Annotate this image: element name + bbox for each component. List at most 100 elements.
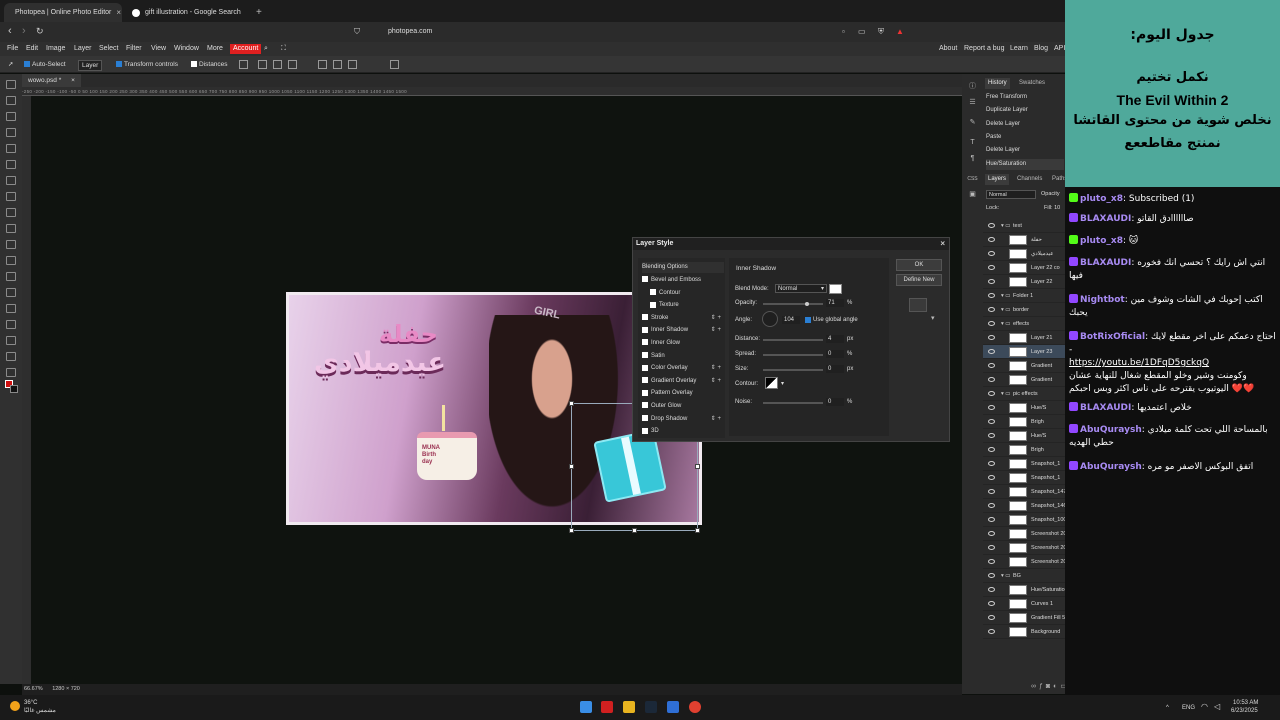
- history-item[interactable]: Free Transform: [986, 92, 1064, 103]
- contour-preview[interactable]: [765, 377, 778, 389]
- visibility-eye-icon[interactable]: [988, 615, 995, 620]
- add-style-icon[interactable]: ⇕ +: [711, 414, 721, 425]
- layer-row[interactable]: Hue/S: [983, 429, 1065, 443]
- css-icon[interactable]: CSS: [967, 174, 978, 184]
- transform-handle[interactable]: [569, 401, 574, 406]
- visibility-eye-icon[interactable]: [988, 601, 995, 606]
- layer-row[interactable]: Curves 1: [983, 597, 1065, 611]
- checkbox-icon[interactable]: [650, 301, 656, 308]
- close-document-icon[interactable]: ×: [71, 77, 75, 84]
- transform-controls-checkbox[interactable]: Transform controls: [116, 60, 178, 69]
- layer-row[interactable]: Hue/S: [983, 401, 1065, 415]
- menu-select[interactable]: Select: [99, 44, 118, 54]
- visibility-eye-icon[interactable]: [988, 559, 995, 564]
- transform-handle[interactable]: [569, 528, 574, 533]
- tab-swatches[interactable]: Swatches: [1016, 78, 1048, 89]
- brush-icon[interactable]: ✎: [967, 118, 978, 128]
- style-item[interactable]: Drop Shadow ⇕ +: [642, 414, 724, 425]
- link-report-bug[interactable]: Report a bug: [964, 44, 1004, 54]
- move-tool-icon[interactable]: ➚: [8, 60, 13, 69]
- layer-row[interactable]: ▾ ▭ effects: [983, 317, 1065, 331]
- size-value[interactable]: 0: [826, 365, 844, 373]
- menu-view[interactable]: View: [151, 44, 166, 54]
- transform-handle[interactable]: [569, 464, 574, 469]
- blending-options-item[interactable]: Blending Options: [642, 262, 724, 273]
- chat-username[interactable]: AbuQuraysh: [1080, 425, 1142, 435]
- visibility-eye-icon[interactable]: [988, 587, 995, 592]
- menu-layer[interactable]: Layer: [74, 44, 92, 54]
- style-item[interactable]: Inner Shadow ⇕ +: [642, 325, 724, 336]
- checkbox-icon[interactable]: [642, 427, 648, 434]
- layer-row[interactable]: Gradient: [983, 359, 1065, 373]
- layer-row[interactable]: Snapshot_100: [983, 513, 1065, 527]
- path-select-tool-icon[interactable]: [6, 304, 16, 313]
- info-icon[interactable]: ⓘ: [967, 82, 978, 92]
- dodge-tool-icon[interactable]: [6, 272, 16, 281]
- link-blog[interactable]: Blog: [1034, 44, 1048, 54]
- visibility-eye-icon[interactable]: [988, 251, 995, 256]
- visibility-eye-icon[interactable]: [988, 573, 995, 578]
- download-icon[interactable]: [239, 60, 248, 69]
- history-item[interactable]: Delete Layer: [986, 145, 1064, 156]
- brush-tool-icon[interactable]: [6, 192, 16, 201]
- visibility-eye-icon[interactable]: [988, 293, 995, 298]
- checkbox-icon[interactable]: [642, 389, 648, 396]
- checkbox-icon[interactable]: [642, 326, 648, 333]
- crop-tool-icon[interactable]: [6, 144, 16, 153]
- checkbox-icon[interactable]: [642, 377, 648, 384]
- layer-row[interactable]: Snapshot_1: [983, 471, 1065, 485]
- layer-row[interactable]: حفلة: [983, 233, 1065, 247]
- chat-username[interactable]: pluto_x8: [1080, 194, 1123, 204]
- history-item[interactable]: Duplicate Layer: [986, 105, 1064, 116]
- visibility-eye-icon[interactable]: [988, 321, 995, 326]
- steam-icon[interactable]: [645, 701, 657, 713]
- align-right-icon[interactable]: [288, 60, 297, 69]
- shield-icon[interactable]: ⛨: [878, 26, 884, 37]
- style-item[interactable]: Satin: [642, 351, 724, 362]
- healing-tool-icon[interactable]: [6, 176, 16, 185]
- spread-slider[interactable]: [763, 354, 823, 356]
- layer-row[interactable]: Snapshot_146: [983, 499, 1065, 513]
- file-explorer-icon[interactable]: [623, 701, 635, 713]
- extension-icon[interactable]: ▫: [842, 26, 845, 37]
- layer-row[interactable]: ▾ ▭ BG: [983, 569, 1065, 583]
- visibility-eye-icon[interactable]: [988, 433, 995, 438]
- style-item[interactable]: Gradient Overlay ⇕ +: [642, 376, 724, 387]
- layer-row[interactable]: Screenshot 2025-06-0: [983, 555, 1065, 569]
- url-field[interactable]: photopea.com: [370, 25, 930, 39]
- cast-icon[interactable]: ▭: [858, 26, 866, 37]
- align-middle-icon[interactable]: [333, 60, 342, 69]
- close-tab-icon[interactable]: ×: [116, 8, 121, 17]
- transform-handle[interactable]: [695, 528, 700, 533]
- chat-username[interactable]: BLAXAUDI: [1080, 258, 1131, 268]
- layer-row[interactable]: Snapshot_1: [983, 457, 1065, 471]
- checkbox-icon[interactable]: [642, 339, 648, 346]
- distances-checkbox[interactable]: Distances: [191, 60, 228, 69]
- ok-button[interactable]: OK: [896, 259, 942, 271]
- shadow-color-swatch[interactable]: [829, 284, 842, 294]
- link-layers-icon[interactable]: ∞: [1031, 683, 1039, 690]
- layer-row[interactable]: Brigh: [983, 415, 1065, 429]
- visibility-eye-icon[interactable]: [988, 335, 995, 340]
- visibility-eye-icon[interactable]: [988, 391, 995, 396]
- style-item[interactable]: Pattern Overlay: [642, 388, 724, 399]
- chat-username[interactable]: AbuQuraysh: [1080, 462, 1142, 472]
- alert-icon[interactable]: ▲: [896, 26, 904, 37]
- noise-slider[interactable]: [763, 402, 823, 404]
- effects-icon[interactable]: ƒ: [1039, 683, 1046, 690]
- checkbox-icon[interactable]: [642, 415, 648, 422]
- size-slider[interactable]: [763, 369, 823, 371]
- style-item[interactable]: Color Overlay ⇕ +: [642, 363, 724, 374]
- menu-more[interactable]: More: [207, 44, 223, 54]
- chat-username[interactable]: Nightbot: [1080, 295, 1125, 305]
- layer-select-dropdown[interactable]: Layer: [78, 60, 103, 71]
- layer-row[interactable]: ▾ ▭ Folder 1: [983, 289, 1065, 303]
- image-icon[interactable]: ▣: [967, 190, 978, 200]
- layer-row[interactable]: Layer 22: [983, 275, 1065, 289]
- app-icon[interactable]: [667, 701, 679, 713]
- text-tool-icon[interactable]: [6, 288, 16, 297]
- new-tab-button[interactable]: +: [250, 3, 268, 22]
- distance-slider[interactable]: [763, 339, 823, 341]
- menu-window[interactable]: Window: [174, 44, 199, 54]
- visibility-eye-icon[interactable]: [988, 461, 995, 466]
